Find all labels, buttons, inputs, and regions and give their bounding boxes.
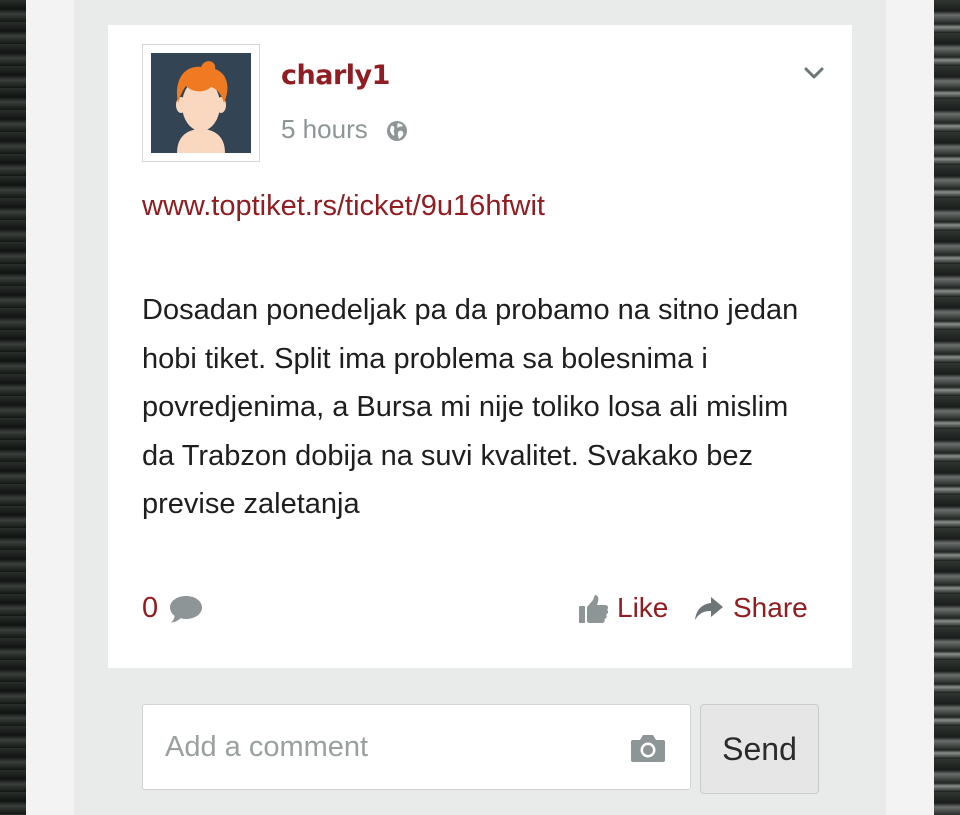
share-arrow-icon (695, 597, 723, 620)
avatar[interactable] (142, 44, 260, 162)
post-link[interactable]: www.toptiket.rs/ticket/9u16hfwit (142, 190, 545, 223)
post-author[interactable]: charly1 (281, 60, 390, 91)
post-time: 5 hours (281, 114, 368, 144)
comment-input[interactable] (165, 727, 605, 767)
background-left (0, 0, 26, 815)
thumbs-up-icon (579, 595, 609, 623)
comment-bubble-icon[interactable] (169, 594, 203, 624)
send-button[interactable]: Send (700, 704, 819, 794)
chevron-down-icon[interactable] (803, 64, 825, 82)
like-label: Like (617, 592, 669, 623)
background-right (934, 0, 960, 815)
share-label: Share (733, 592, 808, 623)
globe-icon (387, 121, 407, 141)
comment-count[interactable]: 0 (142, 592, 158, 625)
avatar-image (151, 53, 251, 153)
comment-field[interactable] (142, 704, 691, 790)
post-body: Dosadan ponedeljak pa da probamo na sitn… (142, 294, 799, 520)
camera-icon[interactable] (630, 733, 666, 763)
user-avatar-icon (151, 53, 251, 153)
